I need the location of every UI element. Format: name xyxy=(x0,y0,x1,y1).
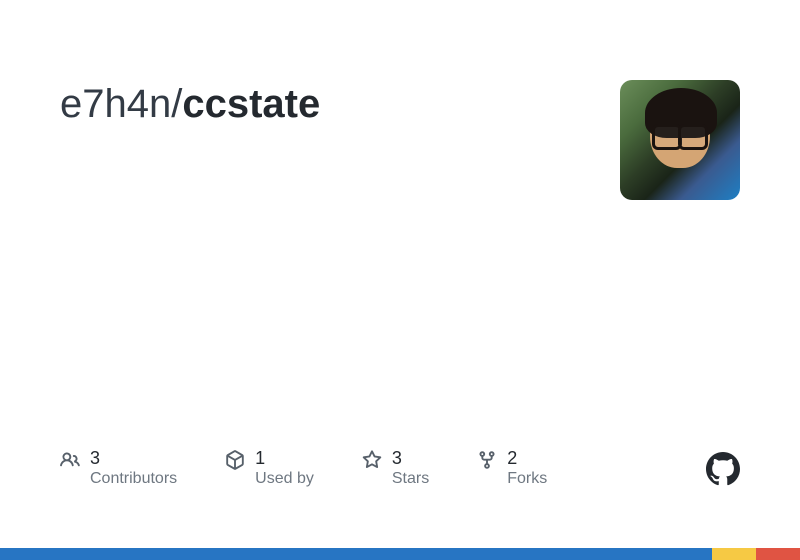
people-icon xyxy=(60,450,80,470)
stat-label: Stars xyxy=(392,469,429,490)
repo-stats: 3 Contributors 1 Used by 3 Stars xyxy=(60,448,740,490)
repo-owner[interactable]: e7h4n xyxy=(60,82,171,126)
language-segment xyxy=(712,548,756,560)
repo-title: e7h4n/ccstate xyxy=(60,80,320,128)
stat-value: 2 xyxy=(507,448,547,470)
stat-value: 1 xyxy=(255,448,314,470)
package-icon xyxy=(225,450,245,470)
owner-avatar[interactable] xyxy=(620,80,740,200)
stat-usedby[interactable]: 1 Used by xyxy=(225,448,314,490)
stat-contributors[interactable]: 3 Contributors xyxy=(60,448,177,490)
stat-stars[interactable]: 3 Stars xyxy=(362,448,429,490)
fork-icon xyxy=(477,450,497,470)
repo-separator: / xyxy=(171,82,182,126)
stat-forks[interactable]: 2 Forks xyxy=(477,448,547,490)
language-bar xyxy=(0,548,800,560)
stat-label: Forks xyxy=(507,469,547,490)
stat-value: 3 xyxy=(90,448,177,470)
stat-label: Used by xyxy=(255,469,314,490)
stat-value: 3 xyxy=(392,448,429,470)
star-icon xyxy=(362,450,382,470)
stat-label: Contributors xyxy=(90,469,177,490)
language-segment xyxy=(0,548,712,560)
language-segment xyxy=(756,548,800,560)
repo-name[interactable]: ccstate xyxy=(182,82,320,126)
github-logo-icon[interactable] xyxy=(706,452,740,486)
